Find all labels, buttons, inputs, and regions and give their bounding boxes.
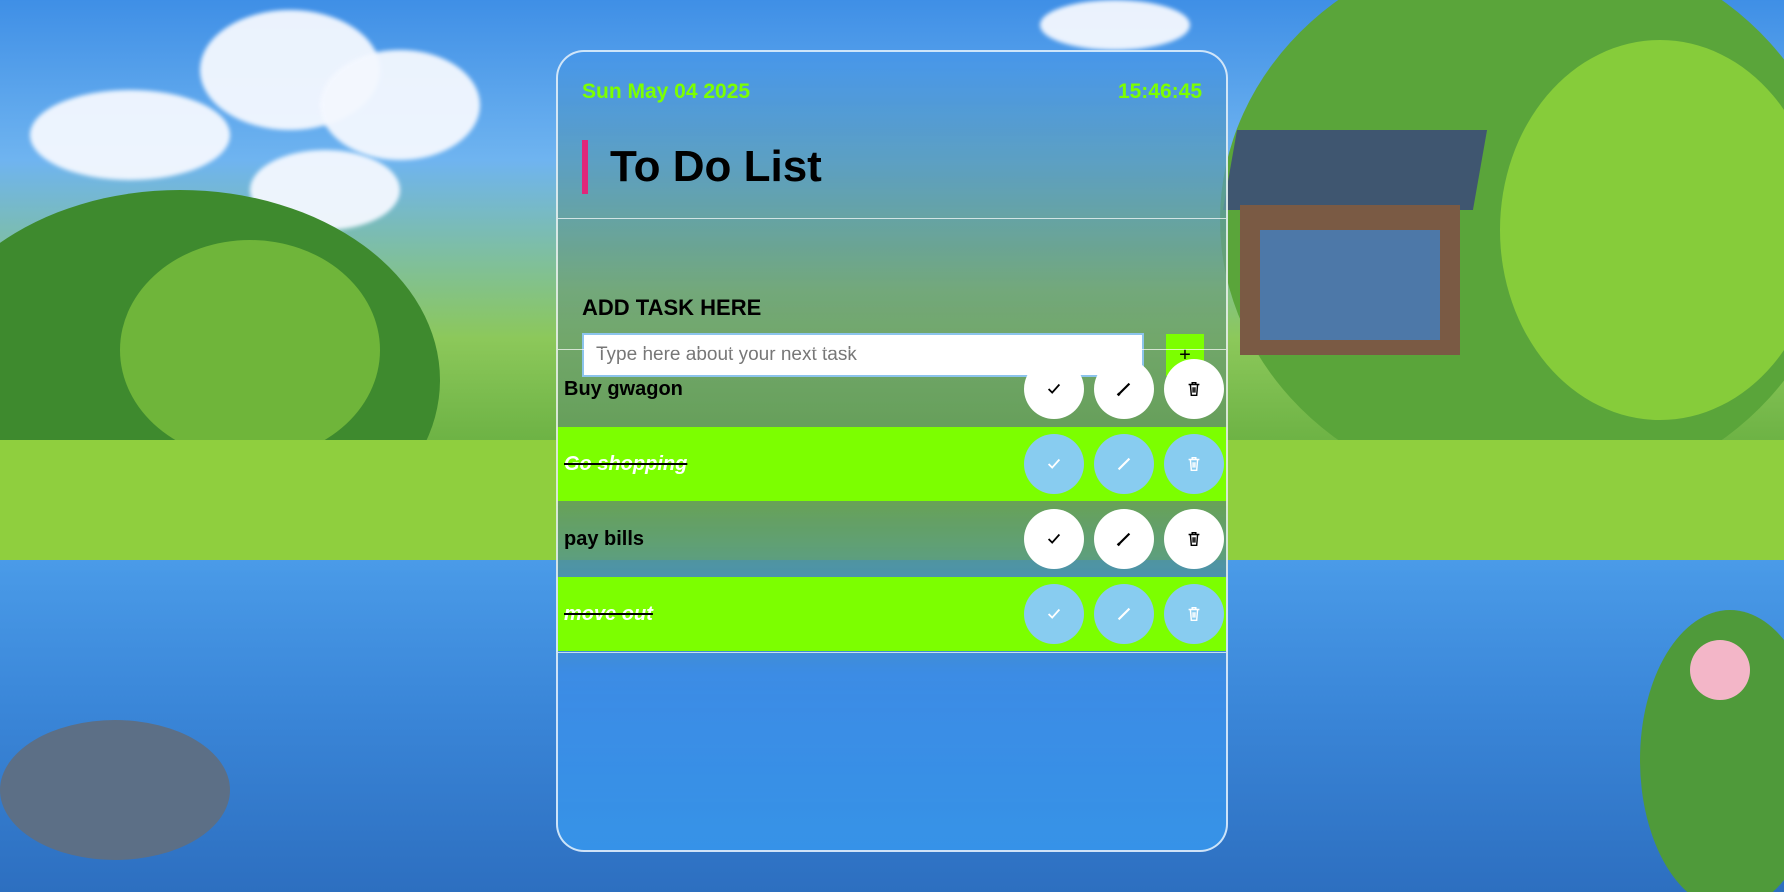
delete-button[interactable] [1164,359,1224,419]
task-row: pay bills [558,502,1226,576]
title-accent-bar [582,140,588,194]
task-text: pay bills [564,527,645,550]
header-bar: Sun May 04 2025 15:46:45 [582,80,1202,104]
complete-button[interactable] [1024,434,1084,494]
divider [558,349,1226,350]
add-task-label: ADD TASK HERE [582,295,762,320]
delete-button[interactable] [1164,509,1224,569]
task-text: Go shopping [564,452,688,475]
temple-roof [1222,130,1488,210]
cloud [320,50,480,160]
task-row: Buy gwagon [558,352,1226,426]
edit-button[interactable] [1094,584,1154,644]
check-icon [1047,608,1061,619]
pencil-icon [1117,457,1131,471]
divider [558,218,1226,219]
rock [0,720,230,860]
trash-icon [1188,381,1200,397]
tree-cluster [120,240,380,460]
task-text: move out [564,602,653,625]
pencil-icon [1116,382,1131,397]
trash-icon [1188,531,1200,547]
edit-button[interactable] [1094,434,1154,494]
complete-button[interactable] [1024,359,1084,419]
edit-button[interactable] [1094,359,1154,419]
delete-button[interactable] [1164,434,1224,494]
page-title: To Do List [610,142,822,191]
pencil-icon [1117,607,1131,621]
title-section: To Do List [582,140,822,194]
cloud [30,90,230,180]
complete-button[interactable] [1024,509,1084,569]
check-icon [1047,383,1061,394]
edit-button[interactable] [1094,509,1154,569]
flower [1690,640,1750,700]
check-icon [1047,533,1061,544]
task-text: Buy gwagon [564,377,683,400]
time-display: 15:46:45 [1117,80,1202,103]
delete-button[interactable] [1164,584,1224,644]
divider [558,652,1226,653]
pencil-icon [1116,532,1131,547]
cloud [1040,0,1190,50]
todo-card: Sun May 04 2025 15:46:45 To Do List ADD … [556,50,1228,852]
trash-icon [1188,456,1200,472]
task-row: Go shopping [558,427,1226,501]
check-icon [1047,458,1061,469]
temple-windows [1260,230,1440,340]
complete-button[interactable] [1024,584,1084,644]
background-scenery: Sun May 04 2025 15:46:45 To Do List ADD … [0,0,1784,892]
task-row: move out [558,577,1226,651]
trash-icon [1188,606,1200,622]
date-display: Sun May 04 2025 [582,80,751,103]
